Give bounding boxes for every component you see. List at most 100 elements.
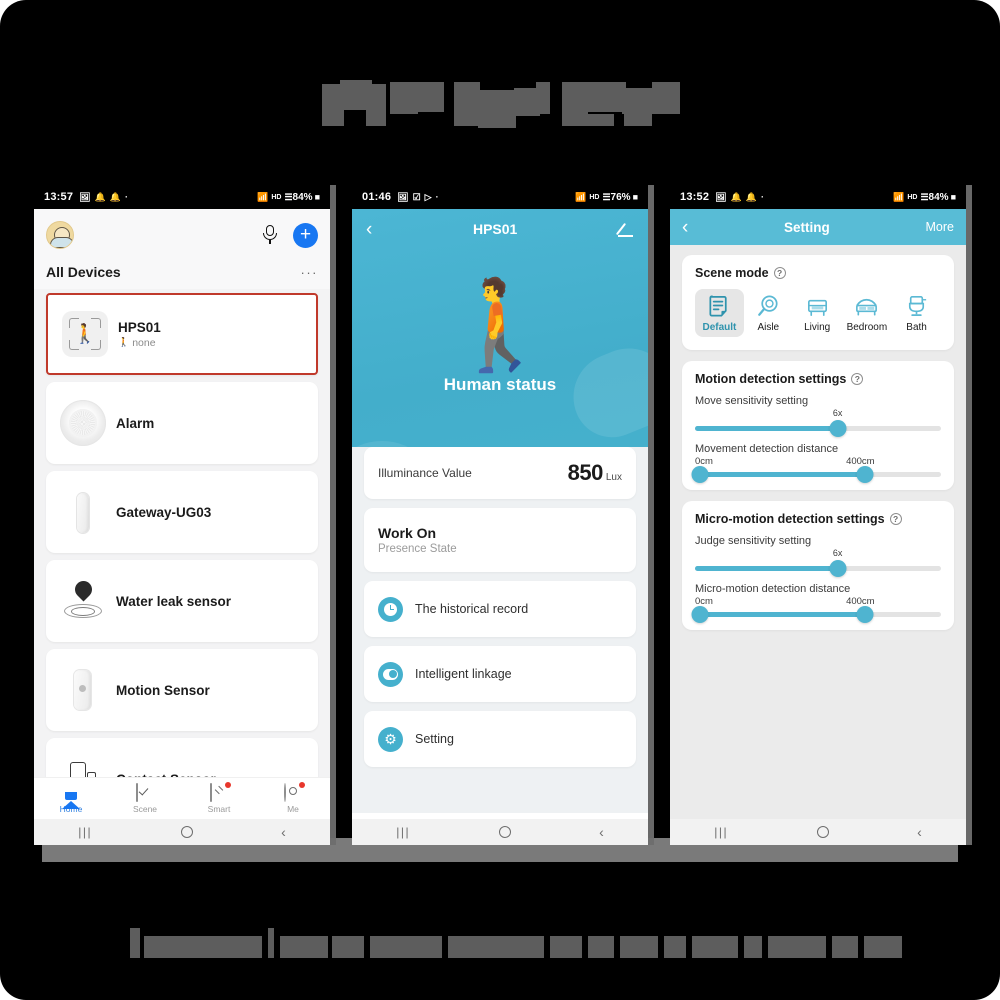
profile-icon xyxy=(283,781,305,803)
status-time: 01:46 xyxy=(362,191,392,203)
slider-knob-start[interactable] xyxy=(691,466,709,483)
motion-detection-card: Motion detection settings ? Move sensiti… xyxy=(682,361,954,490)
page-title-redacted xyxy=(322,80,700,128)
device-list: 🚶 HPS01 🚶 none Alarm Gateway-UG03 Water … xyxy=(34,289,330,829)
slider-knob-end[interactable] xyxy=(856,466,874,483)
home-circle-icon[interactable] xyxy=(498,826,511,838)
recent-apps-button[interactable]: ||| xyxy=(714,825,728,839)
nav-item-home[interactable]: Home xyxy=(34,783,108,814)
device-card-water-leak[interactable]: Water leak sensor xyxy=(46,560,318,642)
home-circle-icon[interactable] xyxy=(816,826,829,838)
microphone-icon[interactable] xyxy=(261,225,279,245)
hd-icon: HD xyxy=(907,193,918,201)
slider-knob[interactable] xyxy=(829,560,847,577)
scene-option-bedroom[interactable]: Bedroom xyxy=(842,289,893,337)
magnifier-icon xyxy=(757,295,778,316)
bed-icon xyxy=(856,298,878,316)
settings-body: Scene mode ? Default Aisle Living Bedroo… xyxy=(670,245,966,843)
android-navigation-bar: ||| ‹ xyxy=(670,819,966,845)
scene-option-living[interactable]: Living xyxy=(793,289,842,337)
scene-option-aisle[interactable]: Aisle xyxy=(744,289,793,337)
nav-label: Smart xyxy=(207,803,231,814)
device-card-hps01[interactable]: 🚶 HPS01 🚶 none xyxy=(46,293,318,375)
menu-label: Intelligent linkage xyxy=(415,667,512,681)
nav-item-me[interactable]: Me xyxy=(256,781,330,814)
move-sensitivity-value: 6x xyxy=(832,408,843,418)
bell-icon: 🔔 xyxy=(730,191,742,202)
micro-motion-detection-card: Micro-motion detection settings ? Judge … xyxy=(682,501,954,630)
device-card-alarm[interactable]: Alarm xyxy=(46,382,318,464)
illuminance-value: 850 xyxy=(567,460,604,485)
scene-option-default[interactable]: Default xyxy=(695,289,744,337)
check-icon: ☑ xyxy=(412,191,421,202)
battery-level: 84% xyxy=(292,191,313,203)
scene-option-bath[interactable]: Bath xyxy=(892,289,941,337)
home-circle-icon[interactable] xyxy=(180,826,193,838)
status-time: 13:52 xyxy=(680,191,710,203)
work-state-label: Presence State xyxy=(378,543,457,555)
back-button[interactable]: ‹ xyxy=(917,824,922,840)
micro-title: Micro-motion detection settings xyxy=(695,512,885,526)
image-icon: 🖼 xyxy=(79,191,91,202)
phone-screen-device-list: 13:57 🖼 🔔 🔔 · 📶 HD ☰ 84% ■ + All Devices… xyxy=(34,185,330,845)
menu-item-intelligent-linkage[interactable]: Intelligent linkage xyxy=(364,646,636,702)
page-title: Setting xyxy=(784,219,830,235)
page-title: All Devices xyxy=(46,264,121,280)
device-name: Water leak sensor xyxy=(116,593,232,609)
slider-knob-end[interactable] xyxy=(856,606,874,623)
scene-label: Bath xyxy=(906,322,927,333)
recent-apps-button[interactable]: ||| xyxy=(78,825,92,839)
add-device-button[interactable]: + xyxy=(293,222,318,248)
scene-mode-card: Scene mode ? Default Aisle Living Bedroo… xyxy=(682,255,954,350)
device-detail-body: Illuminance Value 850 Lux Work On Presen… xyxy=(352,447,648,813)
battery-level: 84% xyxy=(928,191,949,203)
device-name: HPS01 xyxy=(118,319,161,335)
status-bar: 13:52 🖼 🔔 🔔 · 📶 HD ☰ 84% ■ xyxy=(670,185,966,209)
more-options-button[interactable]: ··· xyxy=(301,265,319,280)
back-button[interactable]: ‹ xyxy=(599,824,604,840)
recent-apps-button[interactable]: ||| xyxy=(396,825,410,839)
page-caption-redacted xyxy=(130,928,902,958)
status-left-icons: 🖼 🔔 🔔 · xyxy=(715,191,764,202)
device-card-gateway[interactable]: Gateway-UG03 xyxy=(46,471,318,553)
smart-icon xyxy=(209,781,231,803)
scene-label: Default xyxy=(702,322,737,333)
judge-sensitivity-slider[interactable] xyxy=(695,560,941,577)
dot-icon: · xyxy=(435,191,439,202)
menu-item-setting[interactable]: ⚙ Setting xyxy=(364,711,636,767)
judge-sensitivity-label: Judge sensitivity setting xyxy=(695,535,812,547)
dot-icon: · xyxy=(125,191,129,202)
scene-label: Living xyxy=(804,322,831,333)
home-icon xyxy=(61,783,81,809)
presence-state-card: Work On Presence State xyxy=(364,508,636,572)
sofa-icon xyxy=(807,299,827,316)
status-time: 13:57 xyxy=(44,191,74,203)
nav-item-scene[interactable]: Scene xyxy=(108,782,182,814)
work-state-value: Work On xyxy=(378,525,437,541)
slider-knob-start[interactable] xyxy=(691,606,709,623)
settings-title-bar: ‹ Setting More xyxy=(670,209,966,245)
device-list-header: + All Devices ··· xyxy=(34,209,330,289)
more-button[interactable]: More xyxy=(926,220,954,234)
edit-pencil-icon[interactable] xyxy=(615,221,634,237)
status-right-icons: 📶 HD ☰ xyxy=(893,192,928,202)
move-sensitivity-block: Move sensitivity setting 6x xyxy=(695,395,941,437)
device-card-motion-sensor[interactable]: Motion Sensor xyxy=(46,649,318,731)
slider-knob[interactable] xyxy=(829,420,847,437)
move-sensitivity-slider[interactable] xyxy=(695,420,941,437)
micro-distance-slider[interactable] xyxy=(691,606,941,623)
device-status: 🚶 none xyxy=(118,337,161,349)
movement-distance-slider[interactable] xyxy=(691,466,941,483)
scene-label: Aisle xyxy=(757,322,780,333)
help-icon[interactable]: ? xyxy=(851,373,864,385)
help-icon[interactable]: ? xyxy=(889,513,902,525)
back-button[interactable]: ‹ xyxy=(281,824,286,840)
avatar[interactable] xyxy=(46,221,74,249)
judge-sensitivity-value: 6x xyxy=(832,548,843,558)
status-bar: 13:57 🖼 🔔 🔔 · 📶 HD ☰ 84% ■ xyxy=(34,185,330,209)
help-icon[interactable]: ? xyxy=(773,267,786,279)
phone-screen-settings: 13:52 🖼 🔔 🔔 · 📶 HD ☰ 84% ■ ‹ Setting Mor… xyxy=(670,185,966,845)
status-right-icons: 📶 HD ☰ xyxy=(257,192,292,202)
nav-item-smart[interactable]: Smart xyxy=(182,781,256,814)
menu-item-historical-record[interactable]: The historical record xyxy=(364,581,636,637)
